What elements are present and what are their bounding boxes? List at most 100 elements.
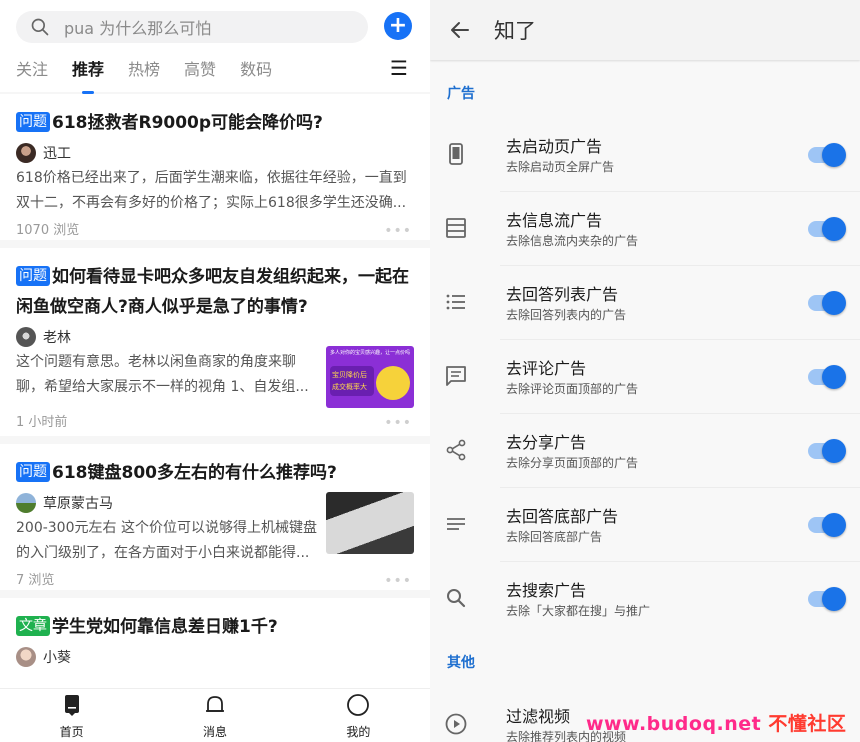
app-bar: 知了 [430, 0, 860, 60]
setting-row-share-ad[interactable]: 去分享广告 去除分享页面顶部的广告 [430, 414, 860, 488]
card-excerpt: 这个问题有意思。老林以闲鱼商家的角度来聊聊，希望给大家展示不一样的视角 1、自发… [16, 354, 309, 395]
play-icon [445, 713, 467, 735]
setting-subtitle: 去除分享页面顶部的广告 [506, 456, 639, 470]
toggle-switch[interactable] [808, 291, 846, 315]
section-header-ads: 广告 [447, 86, 475, 102]
question-badge: 问题 [16, 112, 50, 132]
feed-card[interactable]: 问题 618拯救者R9000p可能会降价吗? 迅工 618价格已经出来了，后面学生… [0, 94, 430, 240]
fish-mascot [376, 366, 410, 400]
tab-hot[interactable]: 热榜 [128, 56, 160, 86]
thumb-banner-line-1: 宝贝降价后 [332, 371, 367, 379]
thumb-banner: 宝贝降价后成交概率大 [330, 366, 374, 396]
card-meta: 1 小时前 ••• [16, 408, 414, 440]
author-name: 草原蒙古马 [43, 496, 113, 512]
more-icon[interactable]: ••• [384, 216, 412, 246]
setting-row-search-ad[interactable]: 去搜索广告 去除「大家都在搜」与推广 [430, 562, 860, 636]
watermark-name: 不懂社区 [768, 713, 847, 735]
toggle-switch[interactable] [808, 143, 846, 167]
card-author[interactable]: 草原蒙古马 [16, 490, 318, 516]
lines-icon [447, 518, 465, 530]
add-button[interactable]: + [384, 12, 412, 40]
toggle-switch[interactable] [808, 587, 846, 611]
home-icon [64, 695, 79, 716]
toggle-switch[interactable] [808, 513, 846, 537]
setting-row-feed-ad[interactable]: 去信息流广告 去除信息流内夹杂的广告 [430, 192, 860, 266]
card-title[interactable]: 问题 618键盘800多左右的有什么推荐吗? [16, 458, 414, 488]
toggle-knob [822, 365, 846, 389]
thumb-banner-line-2: 成交概率大 [332, 383, 367, 391]
tab-follow[interactable]: 关注 [16, 56, 48, 86]
zhihu-feed-screen: pua 为什么那么可怕 + 关注 推荐 热榜 高赞 数码 ☰ 问题 618拯救者R… [0, 0, 430, 742]
thumb-caption: 多人对你的宝贝感兴趣，让一点价吗 [330, 350, 411, 356]
nav-profile[interactable]: 我的 [287, 689, 430, 742]
comment-icon [446, 366, 466, 386]
author-name: 迅工 [43, 146, 71, 162]
timestamp: 1 小时前 [16, 415, 68, 430]
author-name: 老林 [43, 330, 71, 346]
toggle-switch[interactable] [808, 217, 846, 241]
article-badge: 文章 [16, 616, 50, 636]
phone-icon [449, 143, 463, 165]
avatar [16, 647, 36, 667]
tab-top-liked[interactable]: 高赞 [184, 56, 216, 86]
bell-icon [205, 696, 224, 712]
toggle-switch[interactable] [808, 439, 846, 463]
card-thumbnail[interactable] [326, 492, 414, 554]
more-icon[interactable]: ••• [384, 566, 412, 596]
setting-subtitle: 去除信息流内夹杂的广告 [506, 234, 639, 248]
nav-label: 消息 [202, 725, 227, 739]
view-count: 1070 浏览 [16, 223, 80, 238]
watermark-site: www.budoq.net [586, 713, 762, 735]
avatar [16, 493, 36, 513]
menu-icon[interactable]: ☰ [390, 56, 408, 80]
bottom-nav: 首页 消息 我的 [0, 688, 430, 742]
list-icon [446, 294, 465, 310]
watermark: www.budoq.net 不懂社区 [586, 709, 846, 736]
setting-subtitle: 去除回答列表内的广告 [506, 308, 627, 322]
feed-card[interactable]: 问题 618键盘800多左右的有什么推荐吗? 草原蒙古马 200-300元左右 这… [0, 444, 430, 590]
toggle-knob [822, 291, 846, 315]
card-thumbnail[interactable]: 多人对你的宝贝感兴趣，让一点价吗 宝贝降价后成交概率大 [326, 346, 414, 408]
card-author[interactable]: 迅工 [16, 140, 414, 166]
feed-card[interactable]: 问题 如何看待显卡吧众多吧友自发组织起来，一起在闲鱼做空商人?商人似乎是急了的事情… [0, 248, 430, 436]
setting-subtitle: 去除评论页面顶部的广告 [506, 382, 639, 396]
card-title[interactable]: 文章 学生党如何靠信息差日赚1千? [16, 612, 414, 642]
card-title-text: 618拯救者R9000p可能会降价吗? [52, 113, 323, 133]
search-icon [447, 589, 466, 608]
setting-row-splash-ad[interactable]: 去启动页广告 去除启动页全屏广告 [430, 118, 860, 192]
feed-icon [446, 218, 466, 238]
toggle-knob [822, 143, 846, 167]
setting-row-answer-list-ad[interactable]: 去回答列表广告 去除回答列表内的广告 [430, 266, 860, 340]
search-bar[interactable]: pua 为什么那么可怕 [16, 11, 368, 43]
setting-row-comment-ad[interactable]: 去评论广告 去除评论页面顶部的广告 [430, 340, 860, 414]
nav-label: 我的 [346, 725, 371, 739]
avatar [16, 327, 36, 347]
feed-card[interactable]: 文章 学生党如何靠信息差日赚1千? 小葵 [0, 598, 430, 698]
share-icon [446, 439, 466, 461]
tab-digital[interactable]: 数码 [240, 56, 272, 86]
setting-subtitle: 去除「大家都在搜」与推广 [506, 604, 651, 618]
card-body: 这个问题有意思。老林以闲鱼商家的角度来聊聊，希望给大家展示不一样的视角 1、自发… [16, 346, 414, 408]
profile-icon [347, 694, 370, 716]
setting-row-answer-bottom-ad[interactable]: 去回答底部广告 去除回答底部广告 [430, 488, 860, 562]
setting-title: 去搜索广告 [506, 581, 587, 600]
card-title-text: 学生党如何靠信息差日赚1千? [52, 617, 278, 637]
card-title[interactable]: 问题 如何看待显卡吧众多吧友自发组织起来，一起在闲鱼做空商人?商人似乎是急了的事情… [16, 262, 414, 322]
toggle-knob [822, 513, 846, 537]
author-name: 小葵 [43, 650, 71, 666]
tab-recommend[interactable]: 推荐 [72, 56, 104, 94]
more-icon[interactable]: ••• [384, 408, 412, 438]
toggle-switch[interactable] [808, 365, 846, 389]
back-arrow-icon[interactable] [448, 18, 472, 42]
card-title[interactable]: 问题 618拯救者R9000p可能会降价吗? [16, 108, 414, 138]
nav-messages[interactable]: 消息 [143, 689, 286, 742]
avatar [16, 143, 36, 163]
toggle-knob [822, 217, 846, 241]
card-author[interactable]: 小葵 [16, 644, 414, 670]
card-meta: 7 浏览 ••• [16, 566, 414, 598]
nav-label: 首页 [59, 725, 84, 739]
setting-title: 过滤视频 [506, 707, 571, 726]
setting-title: 去信息流广告 [506, 211, 603, 230]
nav-home[interactable]: 首页 [0, 689, 143, 742]
toggle-knob [822, 587, 846, 611]
